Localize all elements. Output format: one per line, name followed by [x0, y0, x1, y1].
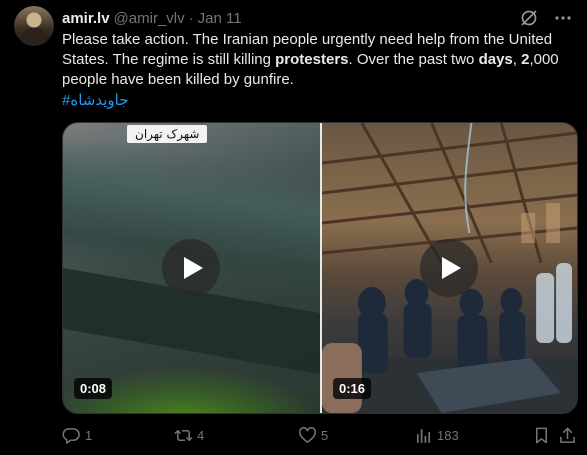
bold-word-protesters: protesters — [275, 51, 349, 68]
action-bar: 1 4 5 183 — [62, 424, 578, 448]
views-icon — [416, 428, 431, 444]
tweet-text: Please take action. The Iranian people u… — [62, 31, 559, 88]
bold-word-days: days — [478, 51, 513, 68]
views-button[interactable]: 183 — [414, 426, 459, 445]
video-caption: شهرک تهران — [127, 125, 208, 143]
repost-count: 4 — [197, 428, 205, 443]
video-right[interactable]: 0:16 — [322, 123, 577, 413]
reply-button[interactable]: 1 — [62, 426, 92, 445]
like-button[interactable]: 5 — [298, 426, 328, 445]
video-left[interactable]: شهرک تهران 0:08 — [63, 123, 320, 413]
hashtag-link[interactable]: #جاویدشاه — [62, 91, 128, 109]
bookmark-icon — [535, 427, 548, 444]
repost-icon — [174, 429, 193, 442]
play-button-2[interactable] — [420, 239, 478, 297]
video-duration: 0:08 — [74, 378, 113, 399]
heart-icon — [299, 427, 316, 443]
author-name[interactable]: amir.lv — [62, 10, 110, 27]
media-grid: شهرک تهران 0:08 0:16 — [62, 122, 578, 414]
reply-icon — [62, 428, 80, 444]
share-icon — [560, 427, 575, 443]
avatar[interactable] — [14, 6, 54, 46]
reply-count: 1 — [85, 428, 93, 443]
author-handle[interactable]: @amir_vlv — [114, 10, 185, 27]
play-icon — [184, 257, 203, 279]
tweet-date[interactable]: Jan 11 — [198, 10, 242, 27]
video-duration-2: 0:16 — [333, 378, 372, 399]
repost-button[interactable]: 4 — [174, 426, 204, 445]
more-icon[interactable] — [553, 8, 573, 28]
view-count: 183 — [437, 428, 459, 443]
grok-icon[interactable] — [519, 8, 539, 28]
play-icon — [442, 257, 461, 279]
tweet-header: amir.lv @amir_vlv · Jan 11 — [62, 8, 573, 28]
bookmark-button[interactable] — [532, 426, 551, 445]
share-button[interactable] — [558, 426, 577, 445]
like-count: 5 — [321, 428, 329, 443]
play-button[interactable] — [162, 239, 220, 297]
separator-dot: · — [188, 9, 194, 27]
